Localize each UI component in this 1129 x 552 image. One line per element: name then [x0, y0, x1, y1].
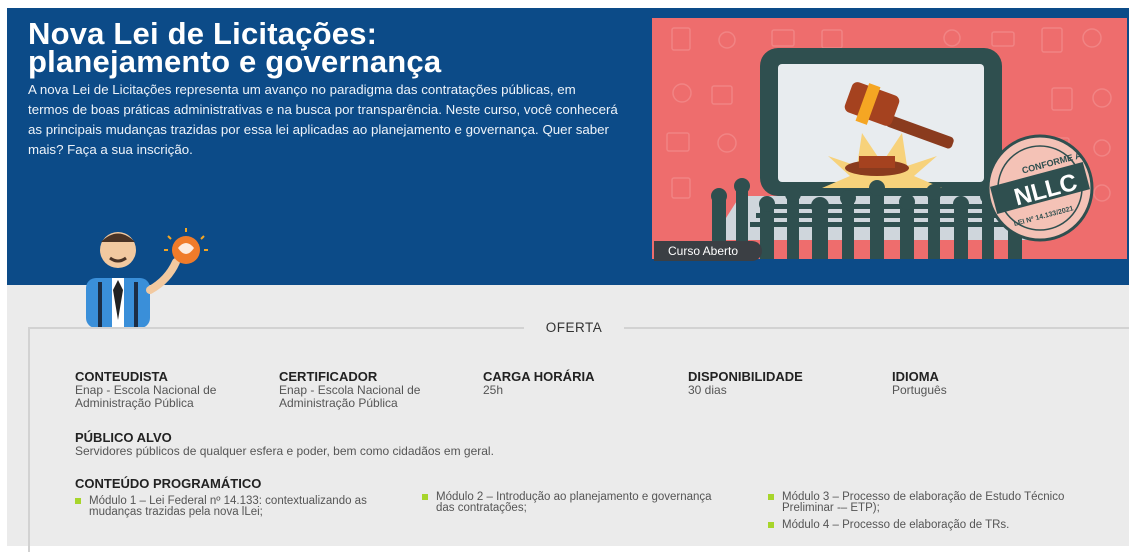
course-status-badge: Curso Aberto: [654, 241, 762, 261]
content-author-label: CONTEUDISTA: [75, 369, 168, 384]
availability-value: 30 dias: [688, 383, 727, 397]
language-value: Português: [892, 383, 947, 397]
hand-globe-icon: [164, 228, 208, 264]
target-audience-value: Servidores públicos de qualquer esfera e…: [75, 444, 494, 458]
language-label: IDIOMA: [892, 369, 939, 384]
target-audience-label: PÚBLICO ALVO: [75, 430, 172, 445]
offer-heading: OFERTA: [524, 318, 624, 338]
syllabus-label: CONTEÚDO PROGRAMÁTICO: [75, 476, 262, 491]
gavel-laptop-illustration: CONFORME A NLLC LEI Nº 14.133/2021: [666, 27, 1112, 259]
syllabus-module-2: Módulo 2 – Introdução ao planejamento e …: [422, 491, 726, 514]
availability-label: DISPONIBILIDADE: [688, 369, 803, 384]
course-title-line-2: planejamento e governança: [28, 44, 442, 79]
course-image: CONFORME A NLLC LEI Nº 14.133/2021: [652, 18, 1127, 259]
syllabus-module-1: Módulo 1 – Lei Federal nº 14.133: contex…: [75, 495, 389, 518]
course-title: Nova Lei de Licitações: planejamento e g…: [28, 18, 628, 79]
workload-label: CARGA HORÁRIA: [483, 369, 595, 384]
certifier-label: CERTIFICADOR: [279, 369, 378, 384]
syllabus-module-4: Módulo 4 – Processo de elaboração de TRs…: [768, 519, 1092, 531]
course-description: A nova Lei de Licitações representa um a…: [28, 82, 618, 157]
syllabus-module-3: Módulo 3 – Processo de elaboração de Est…: [768, 491, 1092, 514]
mascot-illustration: [86, 228, 208, 328]
certifier-value: Enap - Escola Nacional de Administração …: [279, 383, 421, 410]
workload-value: 25h: [483, 383, 504, 397]
content-author-value: Enap - Escola Nacional de Administração …: [75, 383, 217, 410]
